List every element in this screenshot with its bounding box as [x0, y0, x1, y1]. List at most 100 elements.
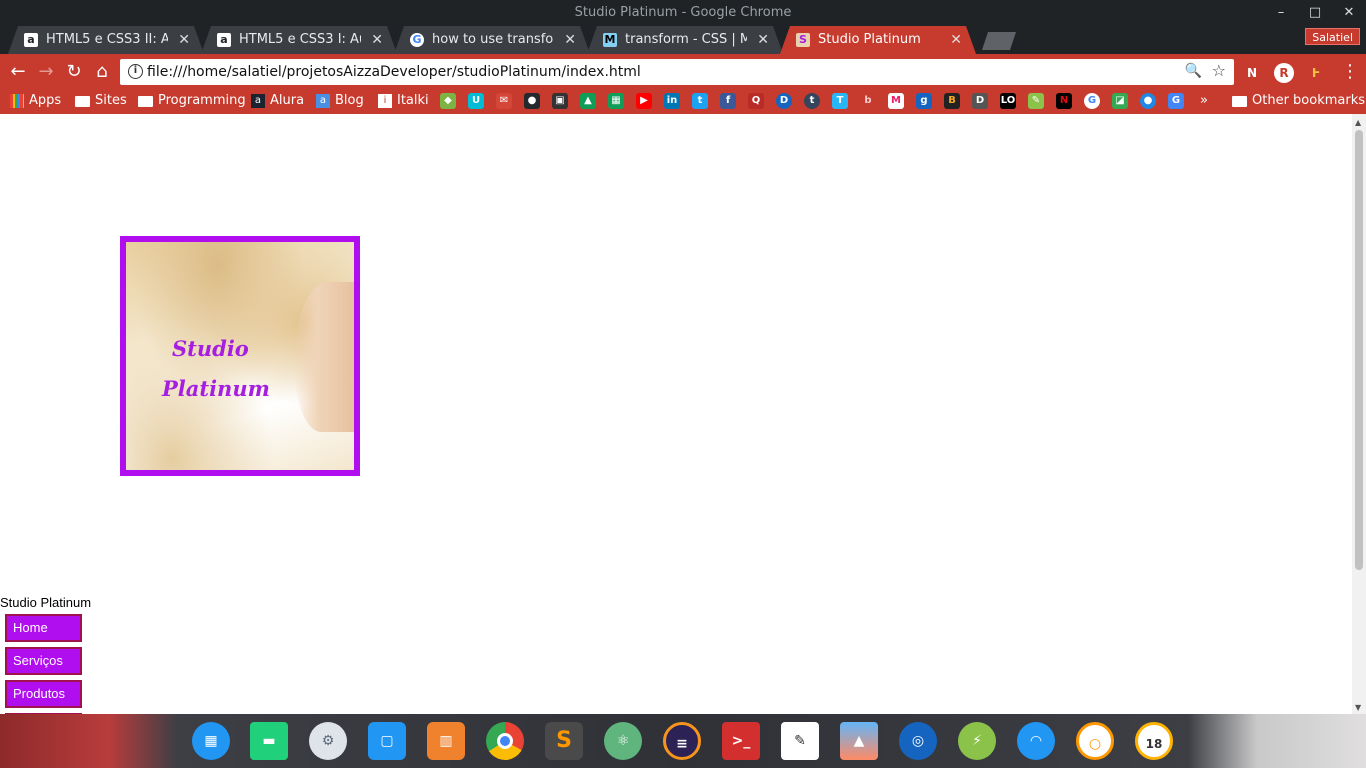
google-sheets-icon[interactable]: ▦ — [608, 93, 624, 109]
tab-label: transform - CSS | MDN — [625, 32, 747, 47]
studio-platinum-icon: S — [796, 33, 810, 47]
close-tab-icon[interactable]: ✕ — [178, 26, 190, 54]
twitter-icon[interactable]: t — [692, 93, 708, 109]
zoom-icon[interactable]: 🔍 — [1185, 63, 1202, 79]
menu-item-servicos[interactable]: Serviços — [5, 647, 82, 675]
close-window-button[interactable]: ✕ — [1342, 0, 1356, 26]
tab-html5-css3-ii[interactable]: a HTML5 e CSS3 II: Aula 1 ✕ — [8, 26, 204, 54]
pin-ext-icon[interactable]: Ⱶ — [1306, 63, 1326, 83]
bookmark-folder-other[interactable]: Other bookmarks — [1232, 90, 1365, 112]
close-tab-icon[interactable]: ✕ — [564, 26, 576, 54]
launcher-icon[interactable]: ▦ — [192, 722, 230, 760]
logo-text-studio: Studio — [172, 336, 249, 361]
store-icon[interactable]: ▥ — [427, 722, 465, 760]
r-ext-icon[interactable]: R — [1274, 63, 1294, 83]
overflow-chevron-icon: » — [1200, 93, 1208, 108]
close-tab-icon[interactable]: ✕ — [950, 26, 962, 54]
page-scrollbar[interactable]: ▲ ▼ — [1352, 114, 1366, 714]
alura-icon: a — [24, 33, 38, 47]
pycharm-icon[interactable]: ▬ — [250, 722, 288, 760]
bookmark-apps[interactable]: Apps — [10, 90, 61, 112]
linkedin-icon[interactable]: in — [664, 93, 680, 109]
url-text[interactable]: file:///home/salatiel/projetosAizzaDevel… — [147, 59, 641, 85]
browser-toolbar: ← → ↻ ⌂ i file:///home/salatiel/projetos… — [0, 54, 1366, 90]
tab-studio-platinum[interactable]: S Studio Platinum ✕ — [780, 26, 976, 54]
tumblr-icon[interactable]: t — [804, 93, 820, 109]
b-icon[interactable]: b — [860, 93, 876, 109]
timer-icon[interactable]: ○ — [1076, 722, 1114, 760]
youtube-icon[interactable]: ▶ — [636, 93, 652, 109]
forward-icon[interactable]: → — [34, 60, 58, 84]
quora-icon[interactable]: Q — [748, 93, 764, 109]
leaf-icon[interactable]: ✎ — [1028, 93, 1044, 109]
desktop-dock: ▦ ▬ ⚙ ▢ ▥ S ⚛ ≡ >_ ✎ ▲ ◎ ⚡ ◠ ○ 18 — [0, 714, 1366, 768]
music-icon[interactable]: ◎ — [899, 722, 937, 760]
maximize-button[interactable]: □ — [1308, 0, 1322, 26]
menu-kebab-icon[interactable]: ⋮ — [1338, 60, 1362, 84]
bookmark-folder-sites[interactable]: Sites — [75, 90, 127, 112]
home-icon[interactable]: ⌂ — [90, 60, 114, 84]
menu-item-home[interactable]: Home — [5, 614, 82, 642]
lo-icon[interactable]: LO — [1000, 93, 1016, 109]
tab-html5-css3-i[interactable]: a HTML5 e CSS3 I: Aula 4 ✕ — [201, 26, 397, 54]
ext-icon[interactable]: ▣ — [552, 93, 568, 109]
b9-icon[interactable]: B — [944, 93, 960, 109]
bookmark-folder-programming[interactable]: Programming — [138, 90, 246, 112]
bookmark-italki[interactable]: i Italki — [378, 90, 429, 112]
bookmarks-overflow[interactable]: » — [1200, 90, 1208, 112]
gr-icon[interactable]: g — [916, 93, 932, 109]
clock-icon[interactable]: 18 — [1135, 722, 1173, 760]
chrome-icon[interactable] — [486, 722, 524, 760]
bookmark-alura[interactable]: a Alura — [251, 90, 304, 112]
close-tab-icon[interactable]: ✕ — [371, 26, 383, 54]
terminal-icon[interactable]: >_ — [722, 722, 760, 760]
m-icon[interactable]: M — [888, 93, 904, 109]
github-icon[interactable]: ● — [524, 93, 540, 109]
close-tab-icon[interactable]: ✕ — [757, 26, 769, 54]
tab-label: HTML5 e CSS3 II: Aula 1 — [46, 32, 168, 47]
atom-icon[interactable]: ⚛ — [604, 722, 642, 760]
scroll-down-arrow-icon[interactable]: ▼ — [1355, 703, 1361, 712]
menu-item-produtos[interactable]: Produtos — [5, 680, 82, 708]
logo-text-platinum: Platinum — [162, 376, 270, 401]
image-viewer-icon[interactable]: ▲ — [840, 722, 878, 760]
info-icon[interactable]: i — [128, 64, 143, 79]
tab-strip: a HTML5 e CSS3 II: Aula 1 ✕ a HTML5 e CS… — [0, 26, 1366, 54]
bookmark-blog[interactable]: a Blog — [316, 90, 364, 112]
google-translate-icon[interactable]: G — [1168, 93, 1184, 109]
tab-mdn-transform[interactable]: M transform - CSS | MDN ✕ — [587, 26, 783, 54]
gmail-icon[interactable]: ✉ — [496, 93, 512, 109]
bookmark-label: Programming — [158, 93, 246, 108]
wifi-icon[interactable]: ◠ — [1017, 722, 1055, 760]
address-bar[interactable]: i file:///home/salatiel/projetosAizzaDev… — [120, 59, 1234, 85]
tab-google-search[interactable]: G how to use transform in ✕ — [394, 26, 590, 54]
settings-icon[interactable]: ⚙ — [309, 722, 347, 760]
netflix-ext-icon[interactable]: N — [1242, 63, 1262, 83]
text-editor-icon[interactable]: ✎ — [781, 722, 819, 760]
scrollbar-thumb[interactable] — [1355, 130, 1363, 570]
bookmark-star-icon[interactable]: ☆ — [1212, 61, 1226, 80]
logo-image: Studio Platinum — [120, 236, 360, 476]
netflix-icon[interactable]: N — [1056, 93, 1072, 109]
translate-icon[interactable]: T — [832, 93, 848, 109]
sublime-text-icon[interactable]: S — [545, 722, 583, 760]
udacity-icon[interactable]: U — [468, 93, 484, 109]
globe-icon[interactable]: ● — [1140, 93, 1156, 109]
profile-button[interactable]: Salatiel — [1305, 28, 1360, 45]
minimize-button[interactable]: – — [1274, 0, 1288, 26]
alura-icon: a — [217, 33, 231, 47]
google-icon[interactable]: G — [1084, 93, 1100, 109]
d-icon[interactable]: D — [776, 93, 792, 109]
reload-icon[interactable]: ↻ — [62, 60, 86, 84]
android-icon[interactable]: ◆ — [440, 93, 456, 109]
eclipse-icon[interactable]: ≡ — [663, 722, 701, 760]
power-icon[interactable]: ⚡ — [958, 722, 996, 760]
italki-icon: i — [378, 94, 392, 108]
d2-icon[interactable]: D — [972, 93, 988, 109]
google-drive-icon[interactable]: ▲ — [580, 93, 596, 109]
scroll-up-arrow-icon[interactable]: ▲ — [1355, 118, 1361, 127]
file-manager-icon[interactable]: ▢ — [368, 722, 406, 760]
google-maps-icon[interactable]: ◪ — [1112, 93, 1128, 109]
facebook-icon[interactable]: f — [720, 93, 736, 109]
back-icon[interactable]: ← — [6, 60, 30, 84]
